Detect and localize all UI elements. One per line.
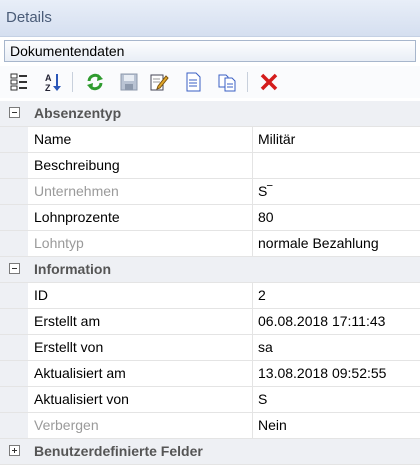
property-name: Aktualisiert von — [34, 391, 129, 407]
panel-title-bar: Details — [0, 0, 420, 37]
property-name: Erstellt am — [34, 313, 101, 329]
property-row-erstellt-von[interactable]: Erstellt von sa — [0, 335, 420, 361]
property-name: Lohnprozente — [34, 209, 120, 225]
property-row-verbergen[interactable]: Verbergen Nein — [0, 413, 420, 439]
category-label: Information — [34, 261, 111, 277]
property-grid: Absenzentyp Name Militär Beschreibung Un… — [0, 101, 420, 465]
toolbar-separator — [247, 72, 248, 92]
svg-text:Z: Z — [45, 83, 51, 92]
property-row-lohnprozente[interactable]: Lohnprozente 80 — [0, 205, 420, 231]
property-name: ID — [34, 287, 48, 303]
property-name: Erstellt von — [34, 339, 104, 355]
property-row-id[interactable]: ID 2 — [0, 283, 420, 309]
category-label: Absenzentyp — [34, 105, 122, 121]
collapse-icon[interactable] — [9, 107, 20, 118]
property-row-aktualisiert-von[interactable]: Aktualisiert von S — [0, 387, 420, 413]
property-name: Lohntyp — [34, 235, 84, 251]
categorized-view-icon[interactable] — [8, 71, 30, 93]
property-value[interactable]: Militär — [258, 131, 295, 147]
property-name: Beschreibung — [34, 157, 120, 173]
toolbar: A Z — [0, 66, 420, 98]
property-value: S‾ — [258, 183, 272, 199]
property-value[interactable]: 80 — [258, 209, 274, 225]
property-value[interactable]: 2 — [258, 287, 266, 303]
dropdown-selected-value: Dokumentendaten — [10, 43, 125, 59]
toolbar-separator — [72, 72, 73, 92]
property-value: normale Bezahlung — [258, 235, 379, 251]
property-row-aktualisiert-am[interactable]: Aktualisiert am 13.08.2018 09:52:55 — [0, 361, 420, 387]
save-icon[interactable] — [118, 71, 140, 93]
sort-alphabetical-icon[interactable]: A Z — [42, 71, 64, 93]
property-value[interactable]: S — [258, 391, 267, 407]
panel-title: Details — [6, 9, 52, 26]
property-value[interactable]: sa — [258, 339, 273, 355]
property-name: Unternehmen — [34, 183, 119, 199]
property-row-beschreibung[interactable]: Beschreibung — [0, 153, 420, 179]
category-information[interactable]: Information — [0, 257, 420, 283]
document-icon[interactable] — [182, 71, 204, 93]
category-absenzentyp[interactable]: Absenzentyp — [0, 101, 420, 127]
property-value[interactable]: 06.08.2018 17:11:43 — [258, 313, 385, 329]
property-name: Verbergen — [34, 417, 99, 433]
property-value[interactable]: 13.08.2018 09:52:55 — [258, 365, 386, 381]
copy-icon[interactable] — [216, 71, 238, 93]
property-row-erstellt-am[interactable]: Erstellt am 06.08.2018 17:11:43 — [0, 309, 420, 335]
category-label: Benutzerdefinierte Felder — [34, 443, 203, 459]
property-name: Name — [34, 131, 72, 147]
property-row-lohntyp[interactable]: Lohntyp normale Bezahlung — [0, 231, 420, 257]
property-name: Aktualisiert am — [34, 365, 126, 381]
property-row-unternehmen[interactable]: Unternehmen S‾ — [0, 179, 420, 205]
property-row-name[interactable]: Name Militär — [0, 127, 420, 153]
document-type-dropdown[interactable]: Dokumentendaten — [4, 40, 416, 62]
svg-text:A: A — [45, 73, 52, 83]
delete-icon[interactable] — [258, 71, 280, 93]
collapse-icon[interactable] — [9, 263, 20, 274]
edit-icon[interactable] — [148, 71, 170, 93]
property-value: Nein — [258, 417, 287, 433]
category-benutzerdefinierte-felder[interactable]: Benutzerdefinierte Felder — [0, 439, 420, 465]
refresh-icon[interactable] — [84, 71, 106, 93]
